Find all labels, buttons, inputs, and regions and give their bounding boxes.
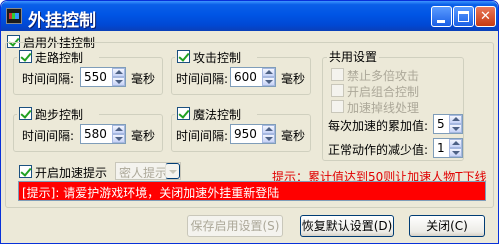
window-title: 外挂控制	[28, 11, 96, 30]
disable-multi-attack-label: 禁止多倍攻击	[347, 69, 420, 83]
speed-tip-label: 开启加速提示	[35, 166, 108, 180]
speed-tip-select[interactable]: 密人提示	[115, 162, 181, 180]
attack-legend: 攻击控制	[175, 48, 257, 65]
magic-label: 魔法控制	[193, 108, 242, 122]
walk-legend: 走路控制	[17, 48, 99, 65]
attack-interval-spinner[interactable]: 600	[230, 67, 276, 87]
spin-down-icon[interactable]	[112, 77, 125, 86]
spin-down-icon[interactable]	[262, 134, 275, 143]
title-bar[interactable]: 外挂控制 ✕	[1, 1, 498, 31]
spin-up-icon[interactable]	[449, 139, 462, 148]
run-interval-spinner[interactable]: 580	[80, 124, 126, 144]
close-button[interactable]: 关闭(C)	[409, 215, 485, 237]
combo-control-label: 开启组合控制	[347, 85, 420, 99]
save-settings-button[interactable]: 保存启用设置(S)	[187, 215, 283, 237]
spin-down-icon[interactable]	[449, 124, 462, 133]
magic-interval-spinner[interactable]: 950	[230, 124, 276, 144]
walk-unit: 毫秒	[131, 72, 156, 86]
decrease-label: 正常动作的减少值:	[328, 143, 429, 157]
attack-interval-label: 时间间隔:	[176, 72, 229, 86]
spin-up-icon[interactable]	[262, 125, 275, 134]
walk-interval-spinner[interactable]: 550	[80, 67, 126, 87]
spin-down-icon[interactable]	[449, 148, 462, 157]
attack-checkbox[interactable]	[177, 50, 190, 63]
decrease-spinner[interactable]: 1	[433, 138, 463, 158]
accum-value[interactable]: 5	[437, 117, 445, 131]
speed-tip-select-value: 密人提示	[119, 166, 168, 180]
maximize-button[interactable]	[453, 6, 474, 27]
spin-down-icon[interactable]	[262, 77, 275, 86]
run-interval-label: 时间间隔:	[22, 129, 75, 143]
walk-interval-label: 时间间隔:	[22, 72, 75, 86]
spin-up-icon[interactable]	[449, 115, 462, 124]
common-settings-title: 共用设置	[327, 48, 380, 65]
run-unit: 毫秒	[131, 129, 156, 143]
status-message-text: [提示]: 请爱护游戏环境，关闭加速外挂重新登陆	[22, 186, 280, 200]
spin-up-icon[interactable]	[112, 125, 125, 134]
speed-disconnect-label: 加速掉线处理	[347, 101, 420, 115]
accum-spinner[interactable]: 5	[433, 114, 463, 134]
disable-multi-attack-checkbox[interactable]	[331, 68, 344, 81]
attack-interval-value[interactable]: 600	[234, 70, 257, 84]
spin-down-icon[interactable]	[112, 134, 125, 143]
attack-unit: 毫秒	[281, 72, 306, 86]
minimize-button[interactable]	[431, 6, 452, 27]
combo-control-checkbox[interactable]	[331, 84, 344, 97]
spin-up-icon[interactable]	[262, 68, 275, 77]
app-icon	[6, 8, 22, 24]
decrease-value[interactable]: 1	[437, 141, 445, 155]
walk-checkbox[interactable]	[19, 50, 32, 63]
spin-up-icon[interactable]	[112, 68, 125, 77]
run-label: 跑步控制	[35, 108, 84, 122]
chevron-down-icon[interactable]	[165, 163, 180, 179]
magic-interval-label: 时间间隔:	[176, 129, 229, 143]
run-interval-value[interactable]: 580	[84, 127, 107, 141]
speed-tip-checkbox[interactable]	[19, 165, 32, 178]
walk-label: 走路控制	[35, 51, 84, 65]
close-window-button[interactable]: ✕	[475, 6, 496, 27]
attack-label: 攻击控制	[193, 51, 242, 65]
magic-legend: 魔法控制	[175, 105, 257, 122]
magic-checkbox[interactable]	[177, 107, 190, 120]
status-message-box: [提示]: 请爱护游戏环境，关闭加速外挂重新登陆	[18, 181, 486, 201]
run-checkbox[interactable]	[19, 107, 32, 120]
run-legend: 跑步控制	[17, 105, 99, 122]
walk-interval-value[interactable]: 550	[84, 70, 107, 84]
restore-defaults-button[interactable]: 恢复默认设置(D)	[300, 215, 394, 237]
plugin-control-window: 外挂控制 ✕ 启用外挂控制 走路控制 时间间隔: 550 毫秒 攻击控制 时间间…	[0, 0, 499, 244]
accum-label: 每次加速的累加值:	[328, 119, 429, 133]
magic-unit: 毫秒	[281, 129, 306, 143]
magic-interval-value[interactable]: 950	[234, 127, 257, 141]
speed-disconnect-checkbox[interactable]	[331, 100, 344, 113]
